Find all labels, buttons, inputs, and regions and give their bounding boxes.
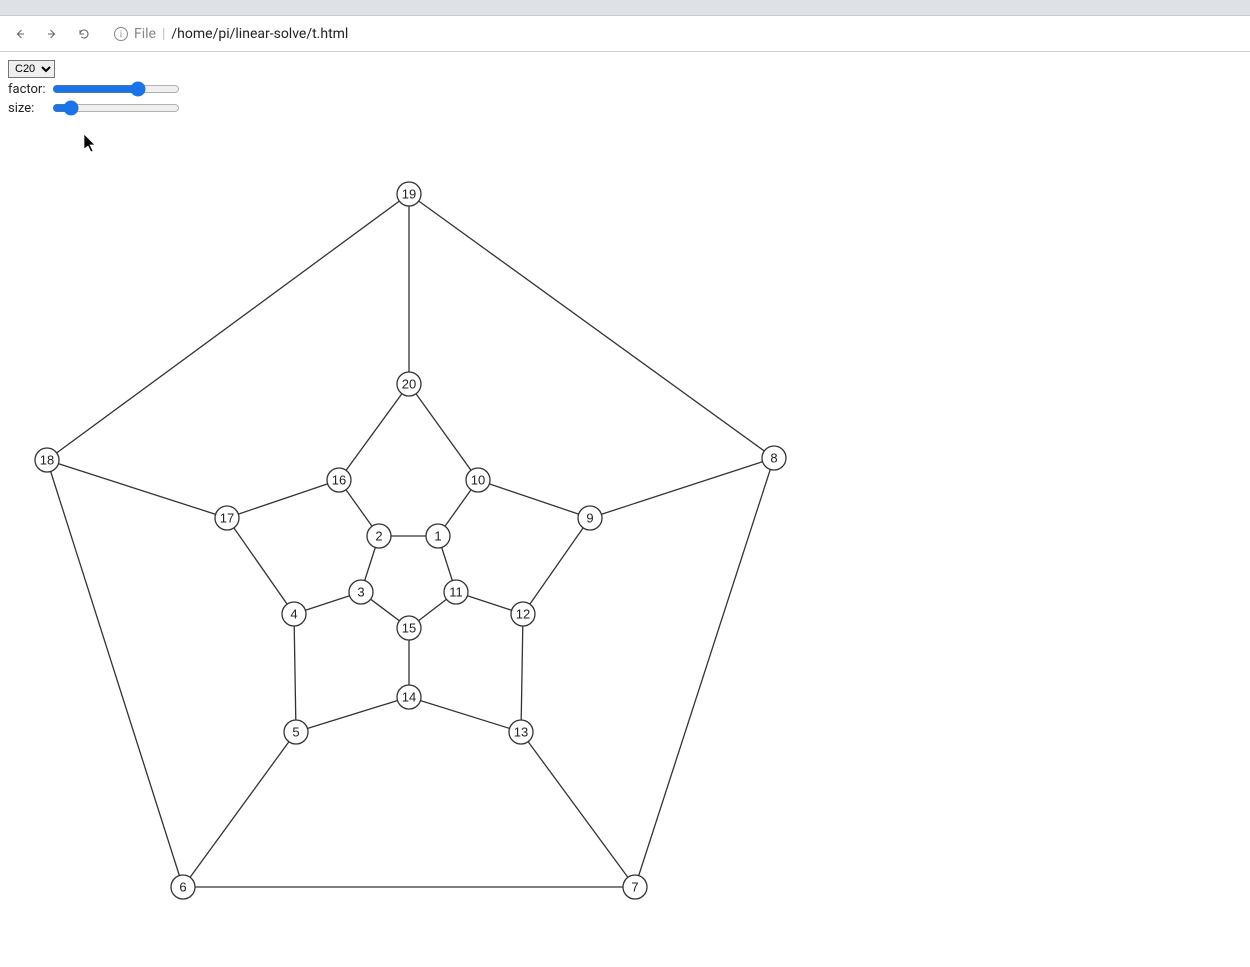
graph-edge xyxy=(296,697,409,732)
graph-node-label: 1 xyxy=(434,529,441,544)
graph-edge xyxy=(635,458,774,887)
graph-edge xyxy=(409,697,521,732)
graph-node-label: 17 xyxy=(220,511,234,526)
graph-edge xyxy=(523,518,590,614)
graph-node-label: 12 xyxy=(516,607,530,622)
graph-edge xyxy=(47,460,183,887)
graph-container: 1234567891011121314151617181920 xyxy=(8,56,1242,956)
graph-svg: 1234567891011121314151617181920 xyxy=(8,56,828,956)
graph-edge xyxy=(227,480,339,518)
reload-icon xyxy=(78,25,90,43)
arrow-right-icon xyxy=(46,25,58,43)
graph-node-label: 6 xyxy=(179,880,186,895)
arrow-left-icon xyxy=(14,25,26,43)
info-icon[interactable]: i xyxy=(114,27,128,41)
address-bar[interactable]: i File | /home/pi/linear-solve/t.html xyxy=(104,20,1204,48)
graph-node-label: 7 xyxy=(631,880,638,895)
url-scheme-label: File xyxy=(134,26,156,42)
address-pill: i File | /home/pi/linear-solve/t.html xyxy=(104,20,358,48)
graph-node-label: 4 xyxy=(290,607,297,622)
graph-node-label: 8 xyxy=(770,451,777,466)
graph-node-label: 20 xyxy=(402,377,416,392)
graph-edge xyxy=(478,480,590,518)
graph-edge xyxy=(590,458,774,518)
graph-node-label: 19 xyxy=(402,187,416,202)
graph-node-label: 18 xyxy=(40,453,54,468)
url-path: /home/pi/linear-solve/t.html xyxy=(171,26,348,42)
reload-button[interactable] xyxy=(72,22,96,46)
graph-edge xyxy=(47,460,227,518)
graph-node-label: 16 xyxy=(332,473,346,488)
browser-tabstrip xyxy=(0,0,1250,16)
graph-node-label: 11 xyxy=(449,585,463,600)
graph-edge xyxy=(227,518,294,614)
graph-edge xyxy=(521,614,523,732)
graph-node-label: 14 xyxy=(402,690,416,705)
graph-edge xyxy=(521,732,635,887)
back-button[interactable] xyxy=(8,22,32,46)
graph-edge xyxy=(294,614,296,732)
graph-node-label: 10 xyxy=(471,473,485,488)
browser-toolbar: i File | /home/pi/linear-solve/t.html xyxy=(0,16,1250,52)
graph-node-label: 2 xyxy=(375,529,382,544)
url-divider: | xyxy=(162,26,165,42)
graph-node-label: 3 xyxy=(357,585,364,600)
graph-edge xyxy=(409,194,774,458)
graph-edge xyxy=(47,194,409,460)
graph-node-label: 15 xyxy=(402,621,416,636)
graph-node-label: 9 xyxy=(586,511,593,526)
graph-edge xyxy=(339,384,409,480)
forward-button[interactable] xyxy=(40,22,64,46)
graph-node-label: 5 xyxy=(292,725,299,740)
graph-edge xyxy=(409,384,478,480)
graph-node-label: 13 xyxy=(514,725,528,740)
page-content: C20 factor: size: 1234567891011121314151… xyxy=(0,52,1250,964)
graph-edge xyxy=(183,732,296,887)
